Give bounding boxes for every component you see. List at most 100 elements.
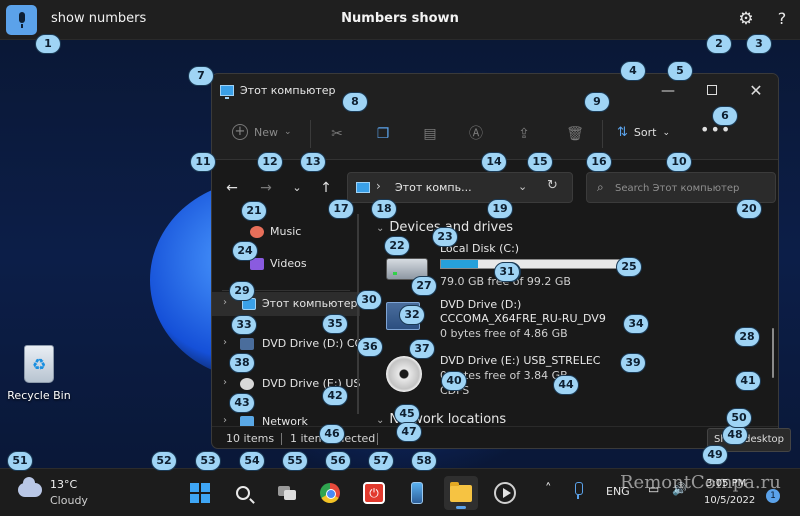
start-button[interactable] <box>183 476 217 510</box>
number-label-56[interactable]: 56 <box>325 451 351 471</box>
number-label-1[interactable]: 1 <box>35 34 61 54</box>
help-button[interactable]: ? <box>773 9 791 29</box>
number-label-29[interactable]: 29 <box>229 281 255 301</box>
number-label-24[interactable]: 24 <box>232 241 258 261</box>
recycle-bin[interactable]: Recycle Bin <box>6 345 72 402</box>
volume-icon[interactable]: 🔊 <box>672 482 687 496</box>
number-label-18[interactable]: 18 <box>371 199 397 219</box>
number-label-14[interactable]: 14 <box>481 152 507 172</box>
number-label-23[interactable]: 23 <box>432 227 458 247</box>
number-label-32[interactable]: 32 <box>399 305 425 325</box>
number-label-57[interactable]: 57 <box>368 451 394 471</box>
number-label-10[interactable]: 10 <box>666 152 692 172</box>
number-label-2[interactable]: 2 <box>706 34 732 54</box>
nav-item-music[interactable]: Music <box>212 220 360 244</box>
number-label-21[interactable]: 21 <box>241 201 267 221</box>
number-label-30[interactable]: 30 <box>356 290 382 310</box>
number-label-35[interactable]: 35 <box>322 314 348 334</box>
content-scrollbar[interactable] <box>772 328 774 378</box>
number-label-13[interactable]: 13 <box>300 152 326 172</box>
power-app-button[interactable]: ⏻ <box>357 476 391 510</box>
window-titlebar[interactable]: Этот компьютер — ✕ <box>212 74 778 108</box>
nav-item-dvd-d[interactable]: › DVD Drive (D:) CC <box>212 332 360 356</box>
paste-button[interactable]: ▤ <box>416 120 444 148</box>
number-label-6[interactable]: 6 <box>712 106 738 126</box>
number-label-49[interactable]: 49 <box>702 445 728 465</box>
number-label-44[interactable]: 44 <box>553 375 579 395</box>
microphone-icon[interactable] <box>573 482 583 500</box>
number-label-4[interactable]: 4 <box>620 61 646 81</box>
recent-locations-button[interactable]: ⌄ <box>286 178 308 198</box>
number-label-48[interactable]: 48 <box>722 425 748 445</box>
clock-date[interactable]: 10/5/2022 <box>704 495 755 506</box>
share-button[interactable]: ⇪ <box>510 120 538 148</box>
number-label-16[interactable]: 16 <box>586 152 612 172</box>
number-label-45[interactable]: 45 <box>394 404 420 424</box>
number-label-8[interactable]: 8 <box>342 92 368 112</box>
number-label-22[interactable]: 22 <box>384 236 410 256</box>
number-label-42[interactable]: 42 <box>322 386 348 406</box>
number-label-58[interactable]: 58 <box>411 451 437 471</box>
number-label-37[interactable]: 37 <box>409 339 435 359</box>
number-label-5[interactable]: 5 <box>667 61 693 81</box>
voice-mic-button[interactable] <box>6 5 37 35</box>
search-button[interactable] <box>226 476 260 510</box>
cut-button[interactable]: ✂ <box>323 120 351 148</box>
number-label-12[interactable]: 12 <box>257 152 283 172</box>
number-label-39[interactable]: 39 <box>620 353 646 373</box>
search-input[interactable] <box>615 179 771 197</box>
number-label-34[interactable]: 34 <box>623 314 649 334</box>
number-label-50[interactable]: 50 <box>726 408 752 428</box>
maximize-button[interactable] <box>692 79 732 105</box>
up-button[interactable]: ↑ <box>315 178 337 198</box>
minimize-button[interactable]: — <box>648 79 688 105</box>
rename-button[interactable]: Ⓐ <box>462 120 490 148</box>
number-label-27[interactable]: 27 <box>411 276 437 296</box>
number-label-9[interactable]: 9 <box>584 92 610 112</box>
number-label-11[interactable]: 11 <box>190 152 216 172</box>
number-label-51[interactable]: 51 <box>7 451 33 471</box>
number-label-38[interactable]: 38 <box>229 353 255 373</box>
drive-dvd-d[interactable]: DVD Drive (D:) CCCOMA_X64FRE_RU-RU_DV9 0… <box>386 298 766 348</box>
task-view-button[interactable] <box>270 476 304 510</box>
language-indicator[interactable]: ENG <box>606 485 630 498</box>
cleaner-app-button[interactable] <box>400 476 434 510</box>
number-label-41[interactable]: 41 <box>735 371 761 391</box>
clock-time[interactable]: 3:05 PM <box>706 478 746 489</box>
back-button[interactable]: ← <box>221 178 243 198</box>
number-label-20[interactable]: 20 <box>736 199 762 219</box>
delete-button[interactable]: 🗑 <box>561 120 589 148</box>
number-label-28[interactable]: 28 <box>734 327 760 347</box>
number-label-54[interactable]: 54 <box>239 451 265 471</box>
number-label-31[interactable]: 31 <box>494 262 520 282</box>
file-explorer-button[interactable] <box>444 476 478 510</box>
new-button[interactable]: + New ⌄ <box>232 124 292 140</box>
close-button[interactable]: ✕ <box>736 79 776 105</box>
number-label-19[interactable]: 19 <box>487 199 513 219</box>
chevron-up-icon[interactable]: ˄ <box>545 482 552 497</box>
network-icon[interactable]: ▭ <box>648 482 659 496</box>
number-label-33[interactable]: 33 <box>231 315 257 335</box>
number-label-46[interactable]: 46 <box>319 424 345 444</box>
number-label-17[interactable]: 17 <box>328 199 354 219</box>
forward-button[interactable]: → <box>255 178 277 198</box>
nav-pane-scrollbar[interactable] <box>357 214 359 414</box>
copy-button[interactable]: ❐ <box>369 120 397 148</box>
number-label-7[interactable]: 7 <box>188 66 214 86</box>
refresh-icon[interactable]: ↻ <box>547 178 558 193</box>
gear-icon[interactable]: ⚙ <box>736 9 756 29</box>
number-label-43[interactable]: 43 <box>229 393 255 413</box>
media-player-button[interactable] <box>488 476 522 510</box>
sort-button[interactable]: ⇅ Sort ⌄ <box>617 125 670 140</box>
number-label-55[interactable]: 55 <box>282 451 308 471</box>
chrome-button[interactable] <box>313 476 347 510</box>
number-label-15[interactable]: 15 <box>527 152 553 172</box>
address-dropdown-icon[interactable]: ⌄ <box>518 180 527 193</box>
number-label-36[interactable]: 36 <box>357 337 383 357</box>
drive-local-c[interactable]: Local Disk (C:) 79.0 GB free of 99.2 GB <box>386 242 766 292</box>
number-label-47[interactable]: 47 <box>396 422 422 442</box>
number-label-53[interactable]: 53 <box>195 451 221 471</box>
number-label-25[interactable]: 25 <box>616 257 642 277</box>
notification-badge[interactable]: 1 <box>766 489 780 503</box>
number-label-3[interactable]: 3 <box>746 34 772 54</box>
